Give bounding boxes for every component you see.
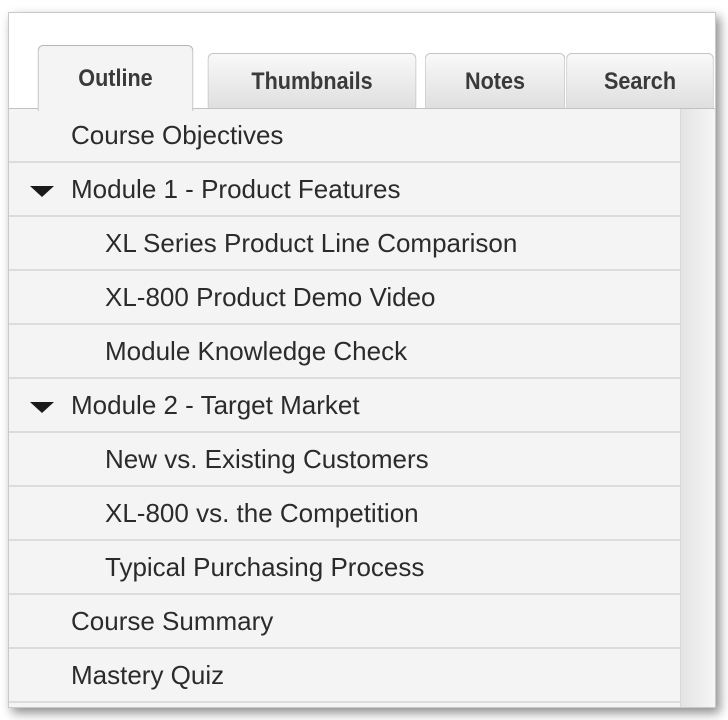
tab-search[interactable]: Search (566, 53, 714, 110)
outline-item-course-summary[interactable]: Course Summary (9, 595, 680, 649)
tab-bar: Outline Thumbnails Notes Search (9, 13, 715, 111)
outline-item-label: Mastery Quiz (71, 659, 225, 690)
outline-item-label: New vs. Existing Customers (105, 443, 429, 474)
caret-down-icon[interactable] (30, 402, 54, 413)
outline-item-mastery-quiz[interactable]: Mastery Quiz (9, 649, 680, 703)
outline-item-label: XL Series Product Line Comparison (105, 227, 518, 258)
outline-item-label: XL-800 Product Demo Video (105, 281, 436, 312)
outline-item-new-vs-existing[interactable]: New vs. Existing Customers (9, 433, 680, 487)
outline-item-xl800-demo-video[interactable]: XL-800 Product Demo Video (9, 271, 680, 325)
scrollbar-track[interactable] (680, 109, 715, 707)
outline-item-label: Course Objectives (71, 119, 284, 150)
outline-item-label: Module Knowledge Check (105, 335, 408, 366)
outline-item-label: Typical Purchasing Process (105, 551, 425, 582)
outline-item-purchasing-process[interactable]: Typical Purchasing Process (9, 541, 680, 595)
outline-item-course-objectives[interactable]: Course Objectives (9, 109, 680, 163)
outline-item-label: XL-800 vs. the Competition (105, 497, 419, 528)
outline-list: Course Objectives Module 1 - Product Fea… (9, 109, 680, 707)
outline-item-xl800-vs-competition[interactable]: XL-800 vs. the Competition (9, 487, 680, 541)
tab-notes[interactable]: Notes (424, 53, 566, 110)
outline-item-module-knowledge-check[interactable]: Module Knowledge Check (9, 325, 680, 379)
outline-item-xl-series-comparison[interactable]: XL Series Product Line Comparison (9, 217, 680, 271)
course-navigation-panel: Outline Thumbnails Notes Search Course O… (8, 12, 716, 708)
outline-item-label: Module 1 - Product Features (71, 173, 401, 204)
tab-outline[interactable]: Outline (37, 45, 194, 111)
tab-thumbnails[interactable]: Thumbnails (207, 53, 417, 110)
outline-item-label: Course Summary (71, 605, 274, 636)
caret-down-icon[interactable] (30, 186, 54, 197)
outline-item-module-1[interactable]: Module 1 - Product Features (9, 163, 680, 217)
outline-item-label: Module 2 - Target Market (71, 389, 360, 420)
outline-item-module-2[interactable]: Module 2 - Target Market (9, 379, 680, 433)
